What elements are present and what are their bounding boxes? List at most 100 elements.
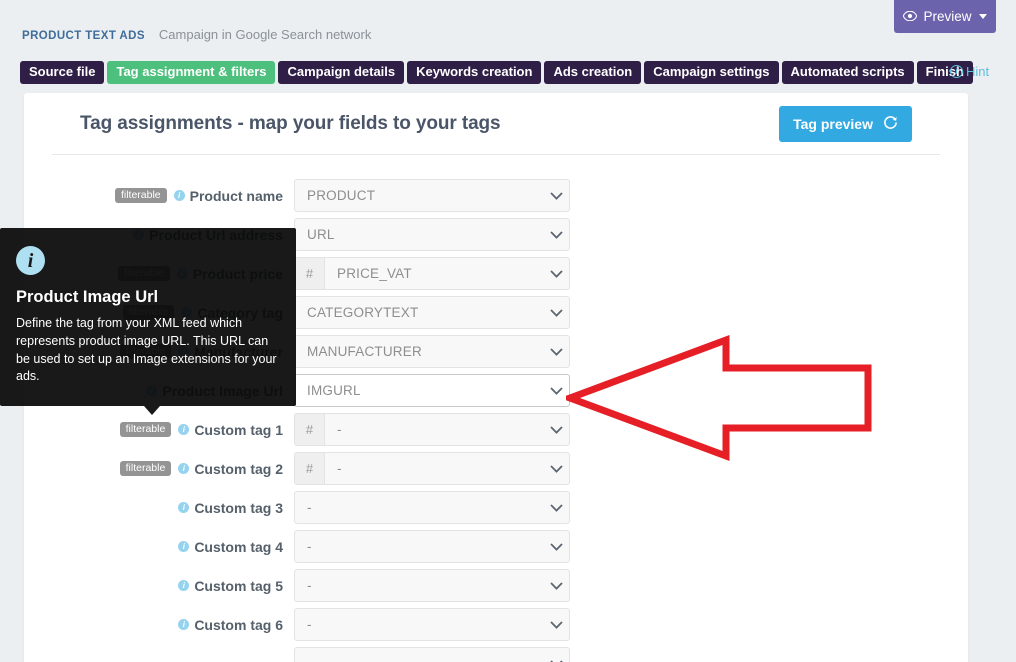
info-icon[interactable]: i — [178, 541, 189, 552]
tag-select[interactable]: PRODUCT — [294, 179, 570, 212]
row-label: i Custom tag 4 — [178, 539, 283, 555]
tab-campaign-settings[interactable]: Campaign settings — [644, 61, 778, 84]
tag-select-value: - — [295, 492, 543, 523]
info-icon[interactable]: i — [178, 424, 189, 435]
tooltip-body: Define the tag from your XML feed which … — [16, 315, 280, 386]
info-icon[interactable]: i — [178, 619, 189, 630]
info-icon: i — [16, 246, 45, 275]
tab-ads-creation[interactable]: Ads creation — [544, 61, 641, 84]
hash-prefix-icon: # — [295, 453, 325, 484]
tag-select[interactable]: - — [294, 530, 570, 563]
chevron-down-icon — [543, 531, 569, 562]
filterable-badge: filterable — [120, 422, 172, 438]
tag-select[interactable]: IMGURL — [294, 374, 570, 407]
chevron-down-icon — [543, 414, 569, 445]
tag-select-value: - — [295, 531, 543, 562]
hint-label: Hint — [966, 64, 989, 79]
tag-assignment-row: i Custom tag 3- — [24, 488, 968, 527]
tab-keywords-creation[interactable]: Keywords creation — [407, 61, 541, 84]
tag-select[interactable] — [294, 647, 570, 662]
row-label-column: filterableiCustom tag 2 — [24, 461, 294, 477]
tag-select-value — [295, 648, 543, 662]
chevron-down-icon — [543, 336, 569, 367]
tooltip-pointer — [144, 406, 160, 415]
row-control-column: MANUFACTURER — [294, 335, 570, 368]
tag-select[interactable]: - — [294, 491, 570, 524]
filterable-badge: filterable — [115, 188, 167, 204]
tag-select-value: PRICE_VAT — [325, 258, 543, 289]
row-control-column: - — [294, 608, 570, 641]
tag-select-value: IMGURL — [295, 375, 543, 406]
row-label-text: Product name — [190, 188, 283, 204]
row-label-column: i Custom tag 3 — [24, 500, 294, 516]
tag-select[interactable]: #PRICE_VAT — [294, 257, 570, 290]
row-label-column: i Custom tag 6 — [24, 617, 294, 633]
row-control-column: #PRICE_VAT — [294, 257, 570, 290]
tag-select[interactable]: #- — [294, 452, 570, 485]
tab-source-file[interactable]: Source file — [20, 61, 104, 84]
info-icon[interactable]: i — [178, 580, 189, 591]
breadcrumb: PRODUCT TEXT ADS Campaign in Google Sear… — [22, 27, 371, 42]
tag-select[interactable]: URL — [294, 218, 570, 251]
chevron-down-icon — [543, 648, 569, 662]
tab-tag-assignment[interactable]: Tag assignment & filters — [107, 61, 275, 84]
hint-link[interactable]: i Hint — [950, 64, 989, 79]
row-label-text: Custom tag 1 — [194, 422, 283, 438]
tag-assignment-row: i Custom tag 4- — [24, 527, 968, 566]
brand-link[interactable]: PRODUCT TEXT ADS — [22, 30, 145, 42]
tag-preview-button[interactable]: Tag preview — [779, 106, 912, 142]
row-control-column — [294, 647, 570, 662]
preview-button[interactable]: Preview — [894, 0, 996, 33]
row-control-column: - — [294, 569, 570, 602]
hash-prefix-icon: # — [295, 258, 325, 289]
row-control-column: - — [294, 530, 570, 563]
tag-select[interactable]: MANUFACTURER — [294, 335, 570, 368]
chevron-down-icon — [543, 453, 569, 484]
chevron-down-icon — [543, 258, 569, 289]
chevron-down-icon — [543, 492, 569, 523]
tag-select-value: - — [325, 453, 543, 484]
row-control-column: IMGURL — [294, 374, 570, 407]
card-header: Tag assignments - map your fields to you… — [52, 93, 940, 155]
row-label: iCustom tag 2 — [178, 461, 283, 477]
page-title: Tag assignments - map your fields to you… — [80, 113, 501, 135]
tag-select-value: - — [295, 570, 543, 601]
chevron-down-icon — [543, 609, 569, 640]
refresh-icon — [883, 115, 898, 133]
row-label-text: Custom tag 4 — [194, 539, 283, 555]
row-label-column: i Custom tag 4 — [24, 539, 294, 555]
row-control-column: #- — [294, 413, 570, 446]
hash-prefix-icon: # — [295, 414, 325, 445]
chevron-down-icon — [543, 219, 569, 250]
tag-assignment-row: filterableiCustom tag 2#- — [24, 449, 968, 488]
brand-subtitle: Campaign in Google Search network — [159, 27, 371, 42]
row-label: i Custom tag 3 — [178, 500, 283, 516]
tag-preview-label: Tag preview — [793, 116, 873, 132]
tab-campaign-details[interactable]: Campaign details — [278, 61, 404, 84]
tag-assignment-row — [24, 644, 968, 662]
tag-select[interactable]: CATEGORYTEXT — [294, 296, 570, 329]
info-icon[interactable]: i — [174, 190, 185, 201]
tag-select[interactable]: #- — [294, 413, 570, 446]
wizard-tabs: Source file Tag assignment & filters Cam… — [20, 61, 973, 84]
tab-automated-scripts[interactable]: Automated scripts — [782, 61, 914, 84]
preview-label: Preview — [923, 9, 971, 24]
chevron-down-icon — [543, 297, 569, 328]
row-label-text: Custom tag 3 — [194, 500, 283, 516]
page-root: Preview PRODUCT TEXT ADS Campaign in Goo… — [0, 0, 1016, 662]
tag-assignment-row: filterable i Custom tag 1 #- — [24, 410, 968, 449]
row-label-column: i Custom tag 5 — [24, 578, 294, 594]
tag-select-value: CATEGORYTEXT — [295, 297, 543, 328]
tag-select-value: MANUFACTURER — [295, 336, 543, 367]
row-control-column: #- — [294, 452, 570, 485]
row-label: i Product name — [174, 188, 283, 204]
row-control-column: CATEGORYTEXT — [294, 296, 570, 329]
row-label-text: Custom tag 5 — [194, 578, 283, 594]
tag-select[interactable]: - — [294, 569, 570, 602]
tag-select[interactable]: - — [294, 608, 570, 641]
info-icon[interactable]: i — [178, 463, 189, 474]
info-icon[interactable]: i — [178, 502, 189, 513]
tag-select-value: URL — [295, 219, 543, 250]
row-control-column: URL — [294, 218, 570, 251]
row-label-text: Custom tag 6 — [194, 617, 283, 633]
